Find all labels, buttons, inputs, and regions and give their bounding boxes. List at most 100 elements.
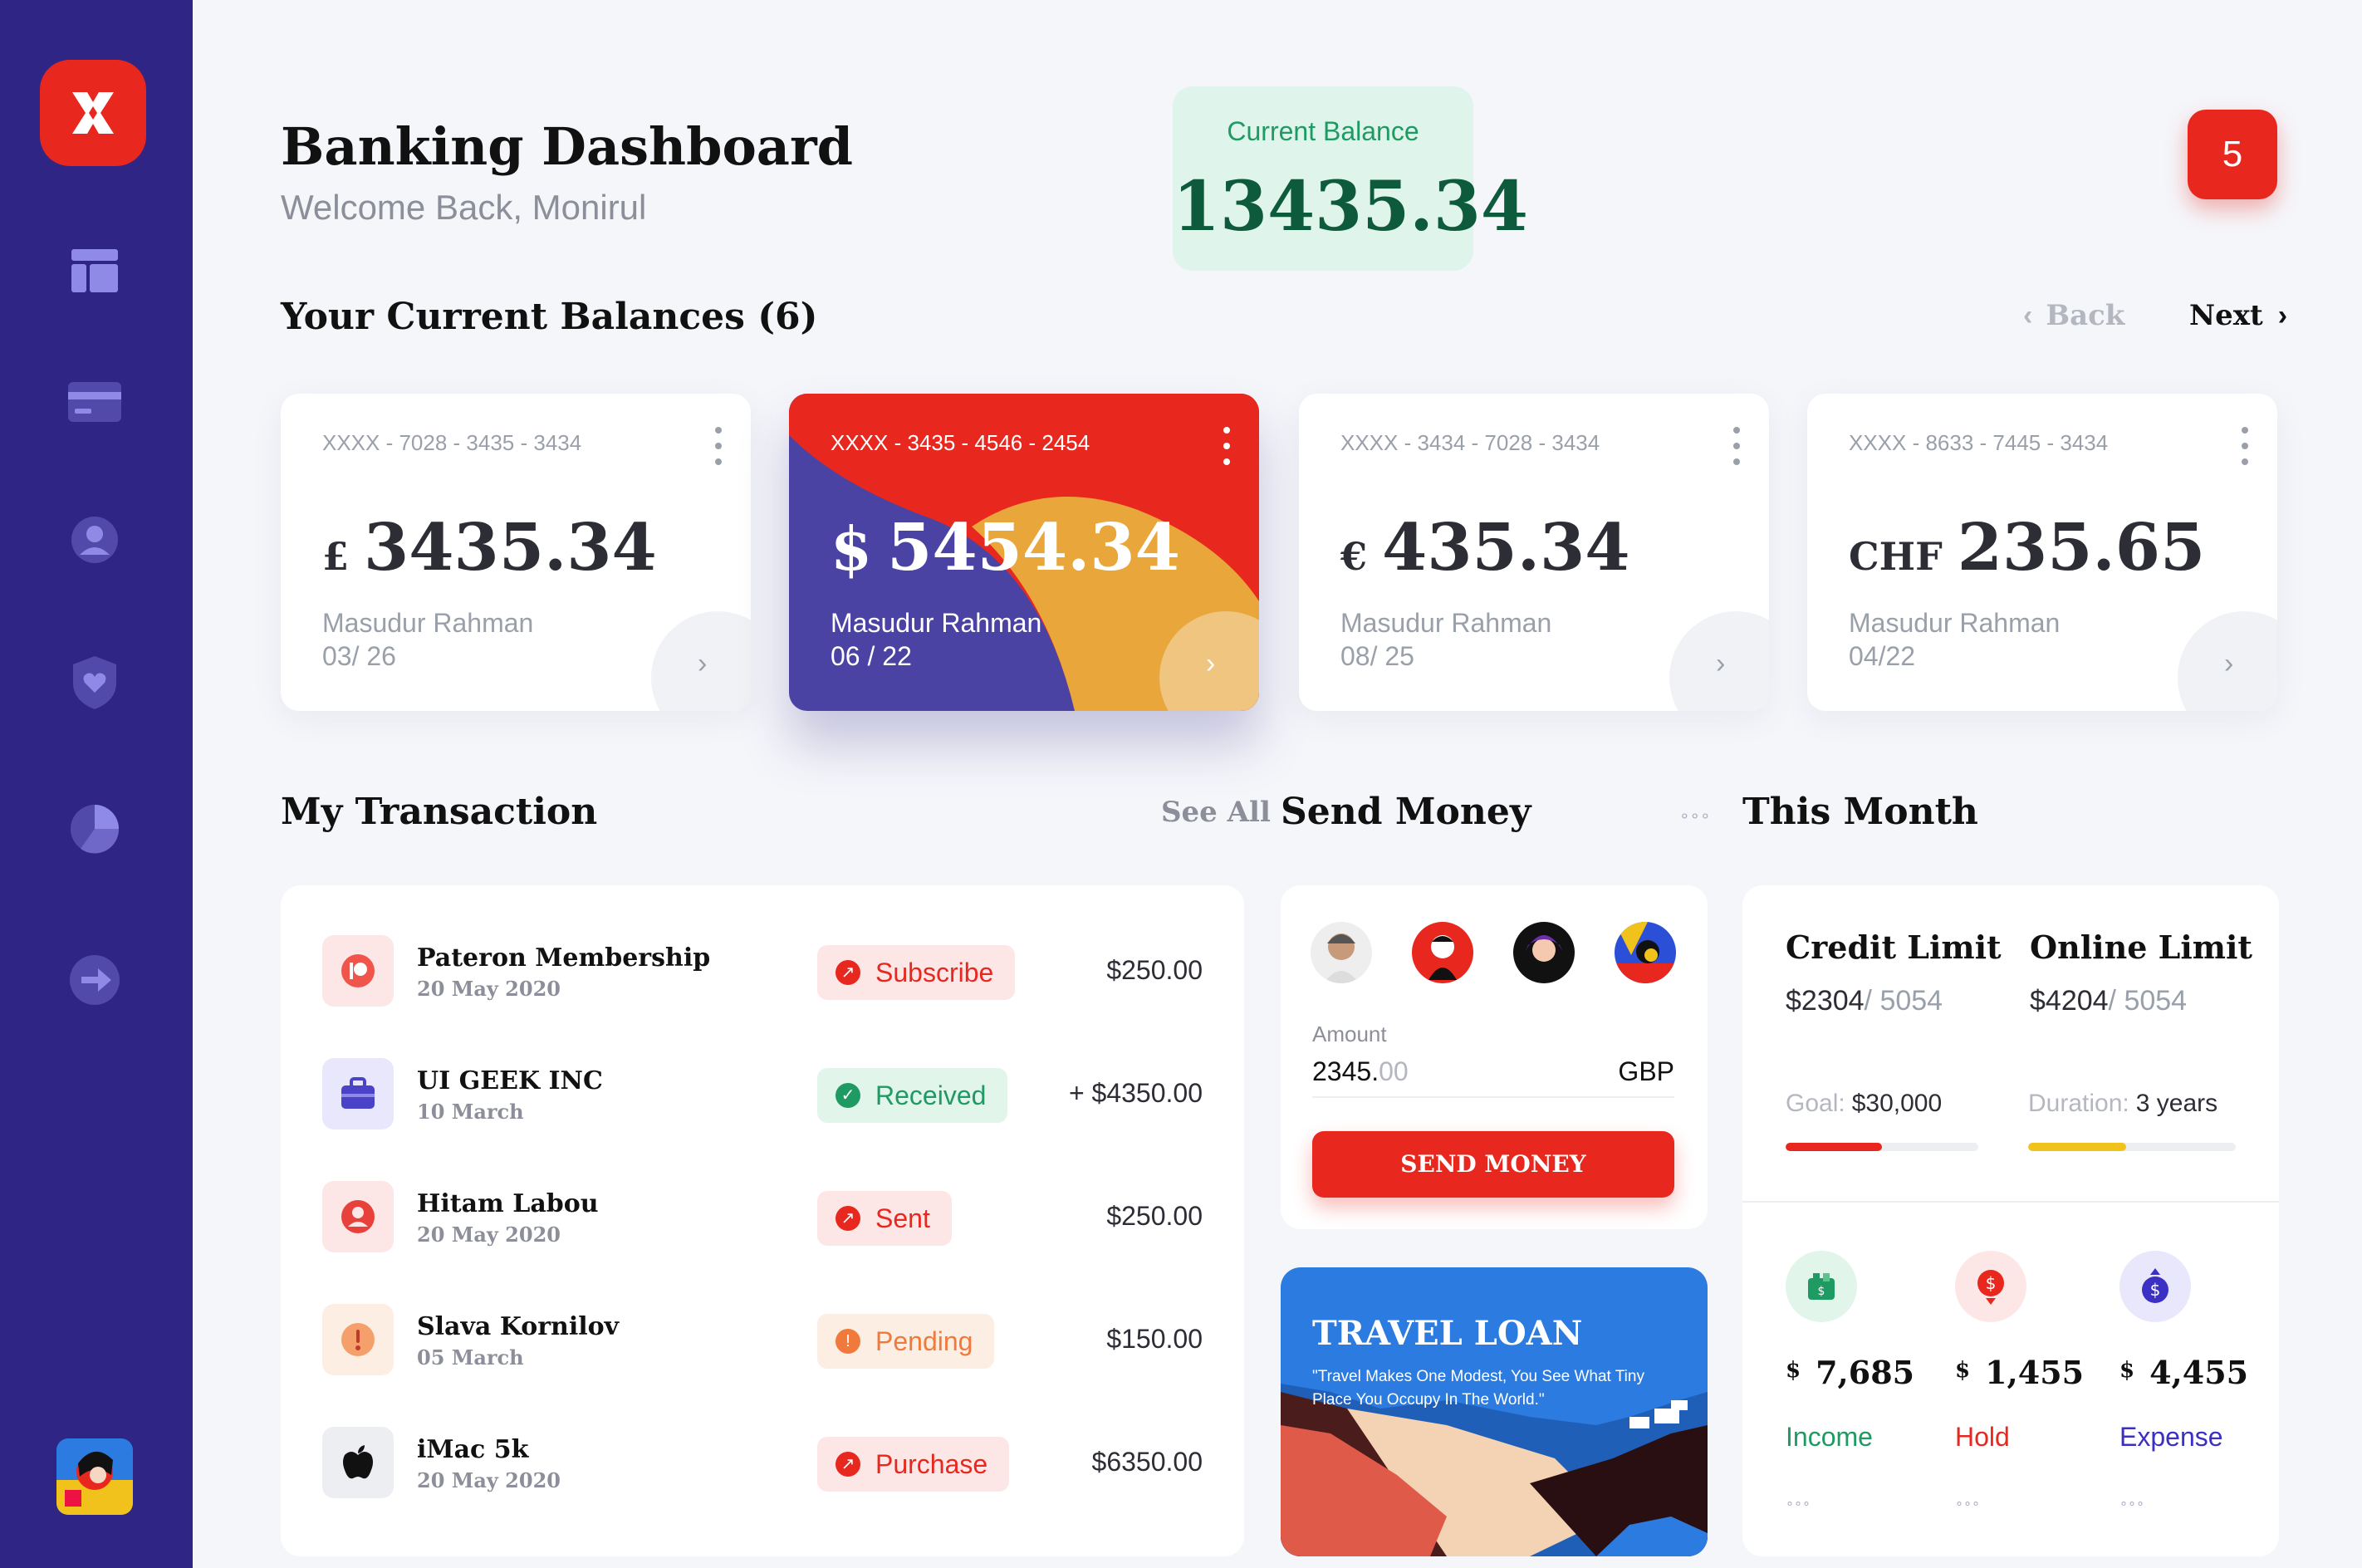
transaction-date: 05 March bbox=[417, 1345, 524, 1370]
value: 7,685 bbox=[1816, 1354, 1915, 1391]
this-month-title: This Month bbox=[1742, 791, 1978, 833]
expense-value: $4,455 bbox=[2119, 1354, 2248, 1391]
card-open-button[interactable]: › bbox=[1669, 611, 1769, 711]
card-number: XXXX - 8633 - 7445 - 3434 bbox=[1849, 430, 2109, 455]
avatar-illustration-icon bbox=[56, 1438, 133, 1515]
duration-value: 3 years bbox=[2135, 1090, 2218, 1117]
page-title: Banking Dashboard bbox=[281, 116, 853, 177]
amount-value: 2345. bbox=[1312, 1056, 1379, 1086]
user-avatar[interactable] bbox=[56, 1438, 133, 1515]
balance-card-chf[interactable]: XXXX - 8633 - 7445 - 3434 CHF 235.65 Masu… bbox=[1807, 394, 2277, 711]
notification-badge[interactable]: 5 bbox=[2188, 110, 2277, 199]
balance-card-eur[interactable]: XXXX - 3434 - 7028 - 3434 €435.34 Masudu… bbox=[1299, 394, 1769, 711]
contact-avatar-3[interactable] bbox=[1513, 922, 1575, 983]
card-menu-icon[interactable] bbox=[1223, 427, 1231, 465]
transaction-amount: + $4350.00 bbox=[1068, 1078, 1203, 1108]
transactions-title: My Transaction bbox=[281, 791, 598, 833]
expense-label: Expense bbox=[2119, 1422, 2223, 1452]
transaction-name: Slava Kornilov bbox=[417, 1312, 620, 1341]
shield-heart-icon bbox=[73, 656, 116, 709]
divider bbox=[1742, 1201, 2279, 1203]
expense-stat[interactable]: $ $4,455 Expense ∘∘∘ bbox=[2119, 1251, 2248, 1511]
banking-dashboard-app: { "header": { "title": "Banking Dashboar… bbox=[0, 0, 2362, 1568]
app-logo[interactable] bbox=[40, 60, 146, 166]
card-icon bbox=[68, 382, 121, 422]
this-month-panel: Credit Limit $2304/ 5054 Online Limit $4… bbox=[1742, 885, 2279, 1556]
transaction-row[interactable]: Pateron Membership 20 May 2020 ↗ Subscrib… bbox=[322, 935, 1203, 1010]
status-badge: ↗ Purchase bbox=[817, 1437, 1010, 1492]
contact-avatar-2[interactable] bbox=[1412, 922, 1473, 983]
back-button[interactable]: ‹ Back bbox=[2023, 299, 2124, 332]
credit-limit-label: Credit Limit bbox=[1786, 929, 2002, 966]
nav-security[interactable] bbox=[63, 651, 126, 714]
card-amount-value: 235.65 bbox=[1957, 510, 2206, 586]
transaction-row[interactable]: UI GEEK INC 10 March ✓ Received + $4350.0… bbox=[322, 1058, 1203, 1133]
income-stat[interactable]: $ $7,685 Income ∘∘∘ bbox=[1786, 1251, 1914, 1511]
card-amount: CHF 235.65 bbox=[1849, 510, 2205, 586]
nav-logout[interactable] bbox=[63, 948, 126, 1012]
card-open-button[interactable]: › bbox=[651, 611, 751, 711]
status-badge: ↗ Sent bbox=[817, 1191, 952, 1246]
transaction-date: 20 May 2020 bbox=[417, 977, 561, 1001]
hold-value: $1,455 bbox=[1955, 1354, 2084, 1391]
status-badge: ! Pending bbox=[817, 1314, 995, 1369]
current-balance-label: Current Balance bbox=[1227, 116, 1419, 146]
svg-text:$: $ bbox=[1986, 1273, 1997, 1293]
next-button[interactable]: Next › bbox=[2189, 299, 2287, 332]
see-all-link[interactable]: See All bbox=[1161, 796, 1271, 829]
more-icon[interactable]: ∘∘∘ bbox=[2119, 1495, 2144, 1512]
nav-dashboard[interactable] bbox=[63, 239, 126, 302]
balance-card-usd[interactable]: XXXX - 3435 - 4546 - 2454 $5454.34 Masud… bbox=[789, 394, 1259, 711]
card-owner: Masudur Rahman bbox=[831, 608, 1042, 638]
card-currency: £ bbox=[322, 534, 350, 579]
more-icon[interactable]: ∘∘∘ bbox=[1786, 1495, 1811, 1512]
send-money-button[interactable]: SEND MONEY bbox=[1312, 1131, 1674, 1198]
send-money-title: Send Money bbox=[1281, 791, 1531, 833]
contact-avatar-4[interactable] bbox=[1615, 922, 1676, 983]
online-total: / 5054 bbox=[2108, 985, 2188, 1017]
svg-text:$: $ bbox=[1818, 1285, 1825, 1298]
more-icon[interactable]: ∘∘∘ bbox=[1955, 1495, 1980, 1512]
contact-avatar-1[interactable] bbox=[1311, 922, 1372, 983]
chevron-right-icon: › bbox=[2277, 300, 2288, 331]
nav-cards[interactable] bbox=[63, 370, 126, 434]
transaction-date: 10 March bbox=[417, 1100, 524, 1124]
card-amount-value: 435.34 bbox=[1382, 510, 1630, 586]
arrow-up-right-icon: ↗ bbox=[836, 1206, 860, 1231]
chevron-right-icon: › bbox=[1716, 648, 1726, 679]
online-limit-value: $4204/ 5054 bbox=[2030, 985, 2187, 1017]
sidebar bbox=[0, 0, 193, 1568]
chevron-right-icon: › bbox=[1206, 648, 1216, 679]
travel-loan-banner[interactable]: TRAVEL LOAN "Travel Makes One Modest, Yo… bbox=[1281, 1267, 1708, 1556]
card-menu-icon[interactable] bbox=[1732, 427, 1741, 465]
currency: $ bbox=[2119, 1358, 2135, 1383]
card-expiry: 03/ 26 bbox=[322, 641, 396, 671]
dollar-down-icon: $ bbox=[1955, 1251, 2026, 1322]
hold-stat[interactable]: $ $1,455 Hold ∘∘∘ bbox=[1955, 1251, 2084, 1511]
transactions-panel: Pateron Membership 20 May 2020 ↗ Subscrib… bbox=[281, 885, 1244, 1556]
more-icon[interactable]: ∘∘∘ bbox=[1679, 806, 1711, 826]
balance-card-gbp[interactable]: XXXX - 7028 - 3435 - 3434 £3435.34 Masud… bbox=[281, 394, 751, 711]
wallet-icon: $ bbox=[1786, 1251, 1857, 1322]
card-currency: CHF bbox=[1849, 534, 1943, 579]
card-amount-value: 5454.34 bbox=[887, 510, 1180, 586]
logo-x-icon bbox=[72, 92, 114, 134]
card-menu-icon[interactable] bbox=[714, 427, 723, 465]
transaction-row[interactable]: Slava Kornilov 05 March ! Pending $150.00 bbox=[322, 1304, 1203, 1379]
nav-analytics[interactable] bbox=[63, 797, 126, 860]
amount-input[interactable]: 2345.00 GBP bbox=[1312, 1056, 1674, 1098]
welcome-subtitle: Welcome Back, Monirul bbox=[281, 188, 647, 227]
transaction-row[interactable]: iMac 5k 20 May 2020 ↗ Purchase $6350.00 bbox=[322, 1427, 1203, 1502]
back-label: Back bbox=[2046, 299, 2125, 332]
card-menu-icon[interactable] bbox=[2241, 427, 2249, 465]
card-amount-value: 3435.34 bbox=[364, 510, 657, 586]
transaction-amount: $150.00 bbox=[1106, 1324, 1203, 1354]
transaction-name: Pateron Membership bbox=[417, 943, 711, 973]
current-balance-value: 13435.34 bbox=[1173, 167, 1528, 247]
apple-icon bbox=[322, 1427, 394, 1498]
transaction-row[interactable]: Hitam Labou 20 May 2020 ↗ Sent $250.00 bbox=[322, 1181, 1203, 1256]
nav-profile[interactable] bbox=[63, 508, 126, 571]
transaction-date: 20 May 2020 bbox=[417, 1223, 561, 1247]
card-open-button[interactable]: › bbox=[2178, 611, 2277, 711]
goal: Goal: $30,000 bbox=[1786, 1090, 1942, 1118]
